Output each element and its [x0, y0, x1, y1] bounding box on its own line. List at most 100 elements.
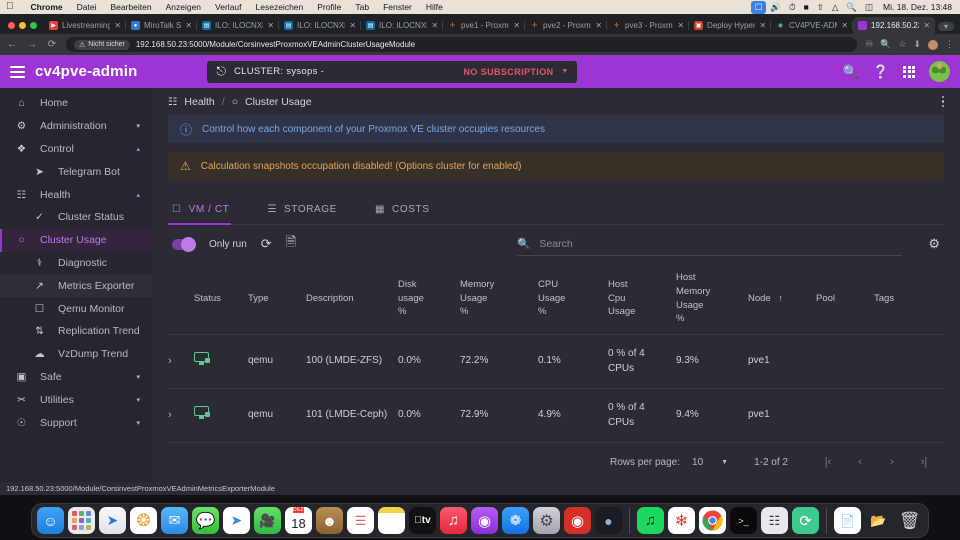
col-memory-usage[interactable]: Memory Usage %	[460, 263, 538, 336]
dock-item-messages[interactable]: 💬	[192, 507, 219, 534]
row-expand-button[interactable]: ›	[168, 388, 194, 444]
table-row[interactable]: › qemu 100 (LMDE-ZFS) 0.0% 72.2% 0.1% 0 …	[168, 334, 944, 390]
sidebar-item-utilities[interactable]: ✂ Utilities ▾	[0, 388, 152, 411]
dock-item-terminal[interactable]: >_	[730, 507, 757, 534]
sidebar-item-support[interactable]: ☉ Support ▾	[0, 411, 152, 434]
table-row[interactable]: › qemu 101 (LMDE-Ceph) 0.0% 72.9% 4.9% 0…	[168, 388, 944, 444]
window-controls[interactable]	[4, 22, 44, 34]
menubar-item-lesezeichen[interactable]: Lesezeichen	[249, 2, 311, 12]
bookmark-star-icon[interactable]: ☆	[898, 39, 906, 50]
gear-icon[interactable]: ⚙	[928, 236, 940, 252]
share-icon[interactable]: ⇧	[813, 2, 828, 13]
breadcrumb-parent[interactable]: Health	[184, 96, 214, 108]
search-icon[interactable]: 🔍	[842, 2, 861, 13]
close-window-button[interactable]	[8, 22, 15, 29]
external-link-icon[interactable]: ⎋	[216, 64, 226, 79]
dock-item-apple-tv[interactable]: tv	[409, 507, 436, 534]
sidebar-item-qemu-monitor[interactable]: ☐ Qemu Monitor	[0, 297, 152, 320]
menubar-item-verlauf[interactable]: Verlauf	[208, 2, 248, 12]
sidebar-item-health[interactable]: ☷ Health ▴	[0, 183, 152, 206]
sidebar-item-administration[interactable]: ⚙ Administration ▾	[0, 115, 152, 138]
tab-close-icon[interactable]: ✕	[185, 21, 192, 30]
col-status[interactable]: Status	[194, 263, 248, 336]
volume-icon[interactable]: 🔊	[766, 2, 785, 13]
dock-item-podcasts[interactable]: ◉	[471, 507, 498, 534]
minimize-window-button[interactable]	[19, 22, 26, 29]
menubar-item-tab[interactable]: Tab	[348, 2, 376, 12]
col-description[interactable]: Description	[306, 263, 398, 336]
clock-icon[interactable]: ⏱	[785, 2, 800, 13]
dock-item-reminders[interactable]: ☰	[347, 507, 374, 534]
sidebar-item-vzdump-trend[interactable]: ☁ VzDump Trend	[0, 343, 152, 366]
chevron-down-icon[interactable]: ▼	[562, 68, 569, 75]
dock-item-calculator[interactable]: ☷	[761, 507, 788, 534]
sidebar-item-control[interactable]: ❖ Control ▴	[0, 138, 152, 161]
sidebar-item-telegram-bot[interactable]: ➤ Telegram Bot	[0, 160, 152, 183]
sidebar-item-metrics-exporter[interactable]: ↗ Metrics Exporter	[0, 274, 152, 298]
zoom-icon[interactable]: 🔍	[880, 39, 891, 50]
tab-list-chevron-down-icon[interactable]: ▾	[937, 22, 954, 31]
search-field[interactable]: 🔍	[517, 232, 903, 256]
apple-logo-icon[interactable]: 	[6, 2, 14, 12]
tab-vm-ct[interactable]: ☐ VM / CT	[168, 195, 245, 225]
last-page-button[interactable]: ›|	[908, 456, 940, 468]
chevron-up-icon[interactable]: ▴	[136, 145, 140, 153]
dock-item-mail[interactable]: ✉	[161, 507, 188, 534]
browser-tab[interactable]: ✢ pve1 - Proxmo ✕	[442, 17, 525, 34]
col-node[interactable]: Node ↑	[748, 263, 816, 336]
dock-item-music[interactable]: ♫	[440, 507, 467, 534]
tab-close-icon[interactable]: ✕	[923, 21, 930, 30]
back-button[interactable]: ←	[6, 39, 18, 50]
downloads-icon[interactable]: ⬇	[913, 39, 921, 50]
dock-item-chrome[interactable]	[699, 507, 726, 534]
battery-icon[interactable]: ■	[800, 2, 813, 12]
menubar-item-profile[interactable]: Profile	[310, 2, 348, 12]
chevron-down-icon[interactable]: ▾	[136, 419, 140, 427]
chevron-up-icon[interactable]: ▴	[136, 191, 140, 199]
control-center-icon[interactable]: ◫	[861, 2, 877, 13]
dock-item-tomato-timer[interactable]: ❄	[668, 507, 695, 534]
chrome-menu-icon[interactable]: ⋮	[945, 39, 954, 50]
wifi-icon[interactable]: △	[828, 2, 843, 13]
browser-tab[interactable]: ▤ ILO: ILOCNXD ✕	[278, 17, 361, 34]
dock-item-red-radio-app[interactable]: ◉	[564, 507, 591, 534]
col-host-cpu-usage[interactable]: Host Cpu Usage	[608, 263, 676, 336]
not-secure-badge[interactable]: ⚠ Nicht sicher	[74, 39, 130, 50]
dock-item-launchpad[interactable]	[68, 507, 95, 534]
menu-toggle-button[interactable]	[10, 65, 25, 78]
tab-close-icon[interactable]: ✕	[677, 21, 684, 30]
refresh-icon[interactable]: ⟳	[261, 236, 272, 252]
sidebar-item-home[interactable]: ⌂ Home	[0, 92, 152, 115]
menubar-item-anzeigen[interactable]: Anzeigen	[159, 2, 208, 12]
browser-tab[interactable]: ▤ ILO: ILOCNXD ✕	[196, 17, 279, 34]
only-run-toggle[interactable]	[172, 236, 196, 252]
dock-item-notes[interactable]	[378, 507, 405, 534]
browser-tab[interactable]: ◉ CV4PVE-ADM ✕	[770, 17, 853, 34]
col-type[interactable]: Type	[248, 263, 306, 336]
reload-button[interactable]: ⟳	[46, 39, 58, 50]
chevron-down-icon[interactable]: ▼	[721, 459, 728, 466]
dock-item-facetime[interactable]: 🎥	[254, 507, 281, 534]
col-host-memory-usage[interactable]: Host Memory Usage %	[676, 263, 748, 336]
sidebar-item-replication-trend[interactable]: ⇅ Replication Trend	[0, 320, 152, 343]
dock-item-contacts[interactable]: ☻	[316, 507, 343, 534]
col-tags[interactable]: Tags	[874, 263, 944, 336]
tab-close-icon[interactable]: ✕	[349, 21, 356, 30]
chevron-down-icon[interactable]: ▾	[136, 396, 140, 404]
dock-item-sync-app[interactable]: ⟳	[792, 507, 819, 534]
menubar-item-chrome[interactable]: Chrome	[24, 2, 70, 12]
tab-close-icon[interactable]: ✕	[841, 21, 848, 30]
sidebar-item-cluster-status[interactable]: ✓ Cluster Status	[0, 206, 152, 229]
dock-item-app-store[interactable]: ❁	[502, 507, 529, 534]
sidebar-item-safe[interactable]: ▣ Safe ▾	[0, 366, 152, 389]
apps-grid-icon[interactable]	[903, 65, 915, 78]
browser-tab-active[interactable]: 192.168.50.23 ✕	[852, 17, 936, 34]
search-icon[interactable]: 🔍	[843, 65, 859, 78]
user-avatar[interactable]	[929, 61, 950, 82]
dock-item-maps[interactable]: ➤	[223, 507, 250, 534]
dock-item-calendar[interactable]: DEZ 18	[285, 507, 312, 534]
dock-item-document-file[interactable]: 📄	[834, 507, 861, 534]
col-cpu-usage[interactable]: CPU Usage %	[538, 263, 608, 336]
dock-item-quicklook[interactable]: ●	[595, 507, 622, 534]
tab-costs[interactable]: ▦ COSTS	[371, 195, 446, 224]
